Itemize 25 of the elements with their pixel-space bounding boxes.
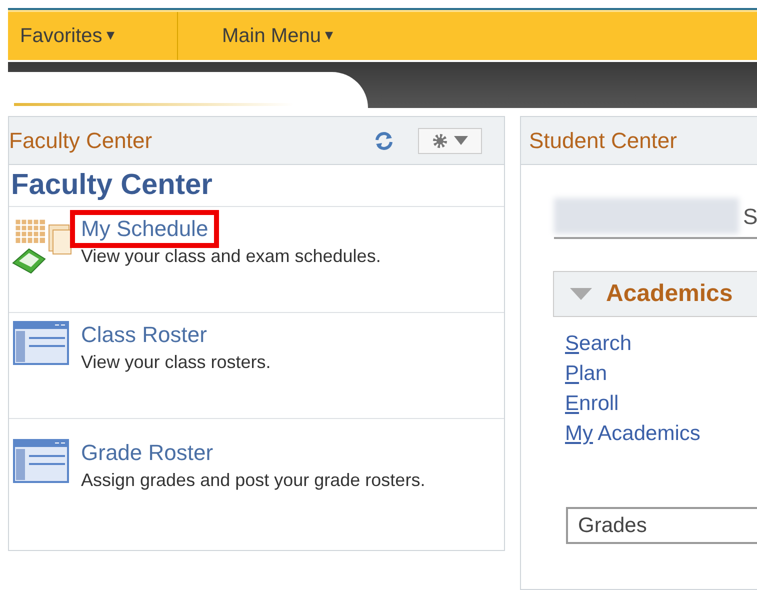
item-link[interactable]: Grade Roster (81, 439, 214, 467)
menu-button[interactable]: Main Menu ▾ (222, 21, 333, 51)
refresh-icon[interactable] (374, 130, 394, 150)
academics-link[interactable]: Plan (565, 359, 608, 389)
academics-link[interactable]: My Academics (565, 419, 700, 449)
item-link[interactable]: Class Roster (81, 321, 207, 349)
item-link[interactable]: My Schedule (70, 210, 220, 248)
panel-title: Faculty Center (9, 127, 152, 155)
settings-button[interactable] (418, 128, 482, 154)
collapse-icon[interactable] (570, 288, 592, 300)
menu-button[interactable]: Favorites ▾ (20, 21, 114, 51)
academics-link[interactable]: Search (565, 329, 632, 359)
panel-title: Student Center (529, 127, 677, 155)
settings-icon (432, 132, 448, 148)
grades-select[interactable]: Grades (566, 507, 757, 544)
item-description: View your class rosters. (81, 351, 272, 374)
caret-icon (454, 136, 468, 145)
window-icon (13, 321, 69, 365)
student-name: S (743, 202, 757, 230)
window-icon (13, 439, 69, 483)
item-description: View your class and exam schedules. (81, 245, 382, 268)
panel-heading: Faculty Center (11, 168, 212, 203)
section-title: Academics (606, 279, 733, 309)
item-description: Assign grades and post your grade rosters. (81, 469, 426, 492)
academics-link[interactable]: Enroll (565, 389, 619, 419)
